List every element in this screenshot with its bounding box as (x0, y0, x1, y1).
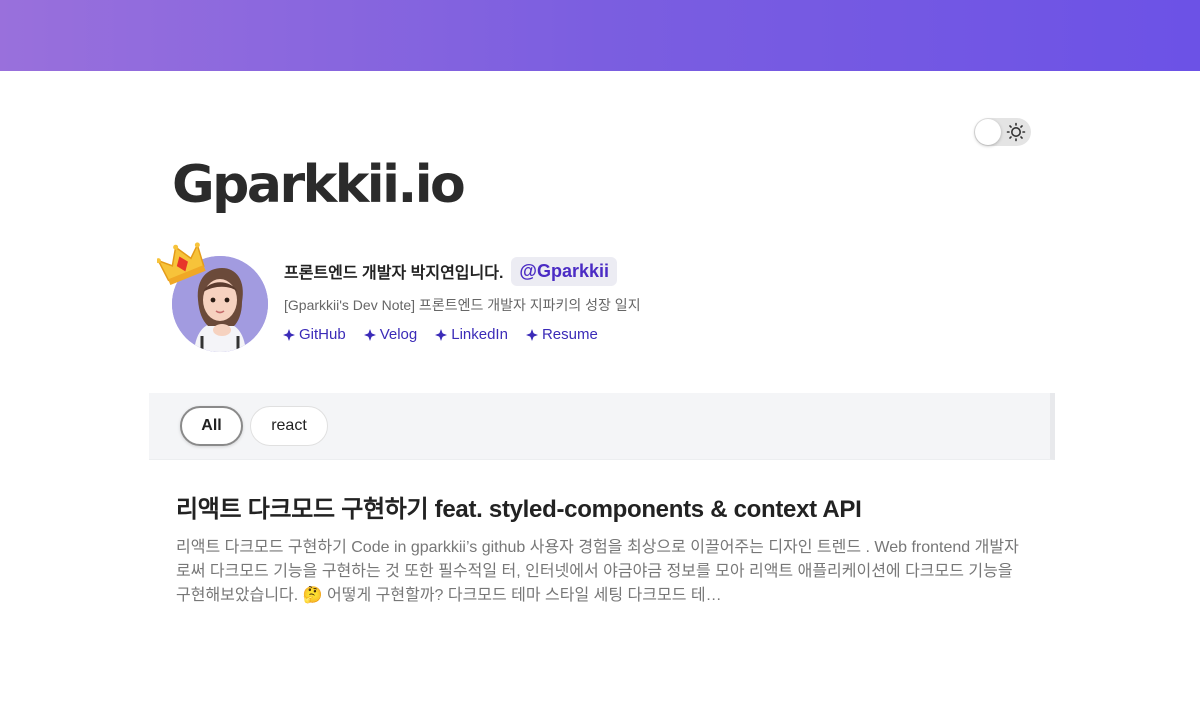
crown-icon (157, 242, 206, 285)
profile-avatar-group (157, 240, 272, 355)
site-title[interactable]: Gparkkii.io (172, 150, 466, 220)
toggle-knob[interactable] (975, 119, 1001, 145)
social-links: GitHub Velog LinkedIn Resume (283, 326, 598, 343)
link-resume[interactable]: Resume (525, 326, 598, 343)
post-card[interactable]: 리액트 다크모드 구현하기 feat. styled-components & … (176, 494, 1026, 608)
clover-icon (283, 328, 295, 341)
link-label: Velog (379, 326, 418, 343)
theme-toggle[interactable] (974, 118, 1031, 146)
sun-icon (1006, 122, 1026, 142)
tag-react[interactable]: react (250, 406, 328, 446)
link-label: GitHub (299, 326, 346, 343)
tag-filter-bar: All react (149, 393, 1055, 460)
post-excerpt: 리액트 다크모드 구현하기 Code in gparkkii’s github … (176, 539, 1019, 604)
link-velog[interactable]: Velog (363, 326, 418, 343)
clover-icon (525, 328, 538, 341)
clover-icon (363, 328, 376, 341)
link-label: LinkedIn (451, 326, 508, 343)
top-header-bar (0, 0, 1200, 71)
post-title[interactable]: 리액트 다크모드 구현하기 feat. styled-components & … (176, 494, 1026, 526)
handle-badge[interactable]: @Gparkkii (511, 256, 618, 286)
profile-bio-row: 프론트엔드 개발자 박지연입니다. @Gparkkii (284, 254, 618, 288)
link-linkedin[interactable]: LinkedIn (435, 326, 508, 343)
tag-all[interactable]: All (180, 406, 243, 446)
blog-subtitle: [Gparkkii's Dev Note] 프론트엔드 개발자 지파키의 성장 … (284, 297, 641, 313)
bio-text: 프론트엔드 개발자 박지연입니다. (284, 265, 504, 282)
link-github[interactable]: GitHub (283, 326, 346, 343)
clover-icon (435, 328, 448, 341)
link-label: Resume (541, 326, 598, 343)
